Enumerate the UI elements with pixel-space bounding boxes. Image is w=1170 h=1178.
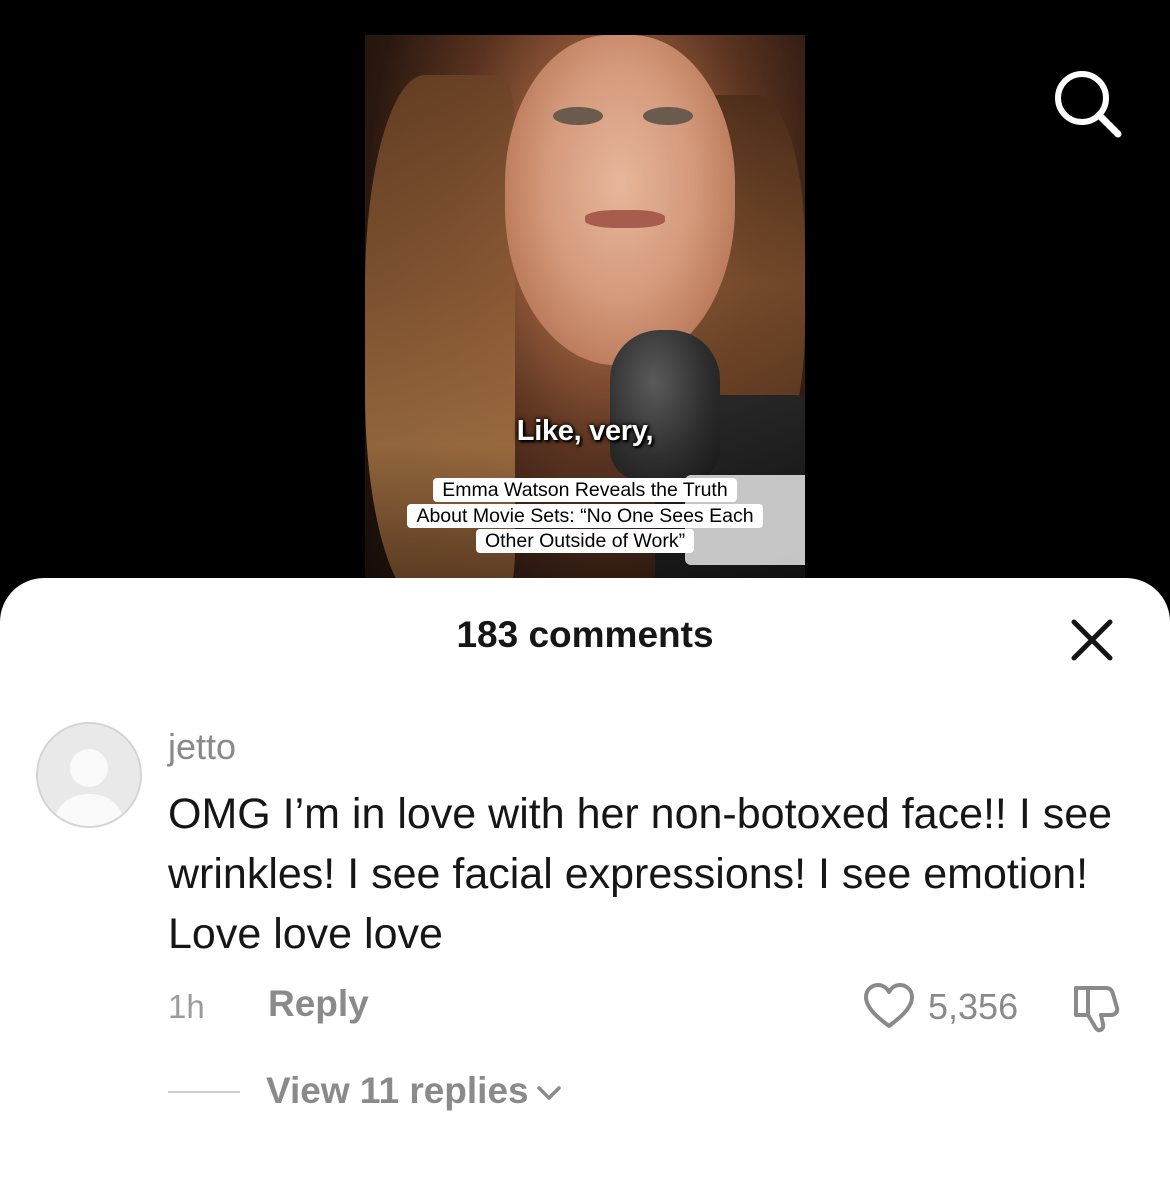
comment-username[interactable]: jetto bbox=[168, 726, 236, 768]
comment-timestamp: 1h bbox=[168, 988, 205, 1025]
replies-divider bbox=[168, 1091, 240, 1093]
close-icon bbox=[1071, 619, 1113, 661]
default-avatar-icon bbox=[38, 724, 140, 826]
reply-button[interactable]: Reply bbox=[268, 983, 369, 1025]
thumbs-down-icon bbox=[1074, 986, 1120, 1033]
heart-outline-icon bbox=[864, 983, 914, 1028]
caption-line: Other Outside of Work” bbox=[475, 529, 695, 553]
comment-text: OMG I’m in love with her non-botoxed fac… bbox=[168, 790, 1113, 958]
video-subtitle: Like, very, bbox=[516, 415, 654, 447]
close-button[interactable] bbox=[1068, 616, 1116, 664]
avatar[interactable] bbox=[36, 722, 142, 828]
view-replies-label: View 11 replies bbox=[266, 1070, 529, 1111]
like-button[interactable] bbox=[862, 982, 916, 1030]
chevron-down-icon bbox=[536, 1086, 561, 1100]
comments-count-title: 183 comments bbox=[456, 614, 714, 655]
video-area: Like, very, Emma Watson Reveals the Trut… bbox=[0, 0, 1170, 600]
search-button[interactable] bbox=[1052, 68, 1124, 140]
caption-line: About Movie Sets: “No One Sees Each bbox=[407, 503, 763, 528]
dislike-button[interactable] bbox=[1070, 980, 1124, 1034]
comments-sheet: 183 comments jetto OMG I’m in love with … bbox=[0, 578, 1170, 1178]
view-replies-button[interactable]: View 11 replies bbox=[266, 1070, 563, 1112]
like-count: 5,356 bbox=[928, 986, 1019, 1027]
video-caption: Emma Watson Reveals the Truth About Movi… bbox=[387, 478, 783, 555]
microphone-image bbox=[610, 330, 720, 480]
search-icon bbox=[1055, 71, 1122, 138]
video-player[interactable]: Like, very, Emma Watson Reveals the Trut… bbox=[365, 35, 805, 600]
caption-line: Emma Watson Reveals the Truth bbox=[433, 478, 737, 502]
video-thumbnail-person bbox=[505, 35, 735, 365]
